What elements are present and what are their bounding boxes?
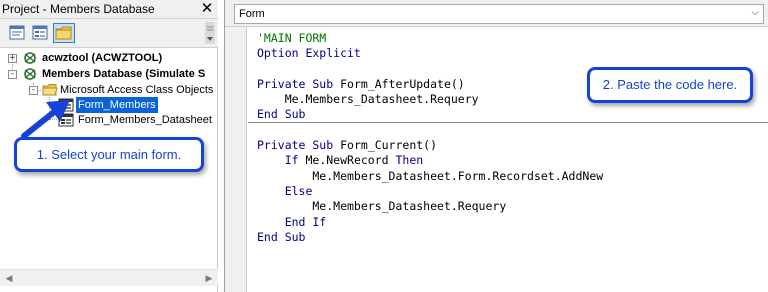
code-token: Me.Members_Datasheet.Form.Recordset.AddN… — [257, 168, 604, 183]
code-window-header: Form ⌵ — [225, 0, 768, 27]
close-icon[interactable]: ✕ — [199, 1, 215, 17]
horizontal-scrollbar[interactable]: ◀ ▶ — [0, 269, 218, 286]
code-line[interactable]: Option Explicit — [257, 46, 603, 61]
tree-item-members-database[interactable]: - Members Database (Simulate S — [0, 66, 218, 82]
code-token: Me.Members_Datasheet.Requery — [257, 199, 507, 214]
tree-item-label: Microsoft Access Class Objects — [60, 84, 214, 96]
tree-item-label: acwztool (ACWZTOOL) — [42, 52, 163, 64]
code-token: Option Explicit — [257, 46, 361, 61]
callout-text: 1. Select your main form. — [36, 147, 182, 162]
code-token: 'MAIN FORM — [257, 31, 327, 45]
view-object-button[interactable] — [29, 23, 51, 43]
tree-item-label: Members Database (Simulate S — [42, 68, 206, 80]
object-combo-value: Form — [239, 8, 265, 20]
expand-icon[interactable]: + — [8, 54, 17, 63]
paste-code-callout: 2. Paste the code here. — [587, 67, 753, 103]
scroll-left-icon[interactable]: ◀ — [3, 273, 15, 285]
code-line[interactable]: Else — [257, 184, 603, 199]
vba-project-icon — [24, 52, 36, 64]
code-token: End Sub — [257, 107, 306, 122]
code-line[interactable]: Private Sub Form_AfterUpdate() — [257, 77, 603, 92]
tree-item-label: Form_Members_Datasheet — [78, 114, 212, 126]
code-line[interactable] — [257, 62, 603, 77]
code-editor[interactable]: 'MAIN FORM Option Explicit Private Sub Fo… — [257, 31, 603, 245]
tree-item-label: Form_Members — [76, 97, 158, 113]
collapse-icon[interactable]: - — [29, 86, 38, 95]
folder-icon — [42, 84, 58, 96]
view-code-icon — [9, 25, 25, 40]
code-token: End If — [284, 214, 327, 229]
project-explorer-toolbar — [0, 19, 218, 48]
code-line[interactable]: Me.Members_Datasheet.Form.Recordset.AddN… — [257, 169, 603, 184]
code-token: Form_Current() — [340, 138, 438, 153]
code-token: Me.NewRecord — [305, 153, 396, 168]
code-token: If — [284, 153, 306, 168]
code-line[interactable]: Me.Members_Datasheet.Requery — [257, 199, 603, 214]
select-form-callout: 1. Select your main form. — [14, 137, 204, 172]
code-line[interactable]: Me.Members_Datasheet.Requery — [257, 92, 603, 107]
code-line[interactable] — [257, 123, 603, 138]
code-token: Then — [395, 153, 424, 168]
code-token: Me.Members_Datasheet.Requery — [257, 92, 479, 107]
chevron-down-icon[interactable]: ⌵ — [751, 7, 759, 18]
code-line[interactable]: 'MAIN FORM — [257, 31, 603, 46]
tree-item-acwztool[interactable]: + acwztool (ACWZTOOL) — [0, 50, 218, 66]
toggle-folders-button[interactable] — [53, 23, 75, 43]
object-combo[interactable]: Form ⌵ — [234, 4, 764, 24]
code-token: Private Sub — [257, 138, 341, 153]
collapse-icon[interactable]: - — [8, 70, 17, 79]
scroll-right-icon[interactable]: ▶ — [203, 273, 215, 285]
view-object-icon — [32, 25, 48, 40]
view-code-button[interactable] — [6, 23, 28, 43]
code-line[interactable]: End Sub — [257, 230, 603, 245]
vba-project-icon — [24, 68, 36, 80]
callout-arrow-icon — [21, 100, 70, 139]
code-line[interactable]: End If — [257, 215, 603, 230]
code-line[interactable]: End Sub — [257, 107, 603, 122]
code-token: End Sub — [257, 229, 306, 244]
code-token: Private Sub — [257, 76, 341, 91]
project-explorer-title: Project - Members Database — [2, 2, 155, 16]
code-window: Form ⌵ 'MAIN FORM Option Explicit Private… — [224, 0, 768, 292]
folder-icon — [55, 26, 72, 40]
project-explorer-titlebar: Project - Members Database ✕ — [0, 0, 218, 19]
code-line[interactable]: Private Sub Form_Current() — [257, 138, 603, 153]
toolbar-overflow-icon[interactable] — [205, 22, 215, 44]
code-token: Form_AfterUpdate() — [340, 76, 465, 91]
code-margin-bar[interactable] — [225, 27, 247, 292]
callout-text: 2. Paste the code here. — [602, 77, 738, 92]
code-line[interactable]: If Me.NewRecord Then — [257, 153, 603, 168]
code-token: Else — [284, 183, 313, 198]
